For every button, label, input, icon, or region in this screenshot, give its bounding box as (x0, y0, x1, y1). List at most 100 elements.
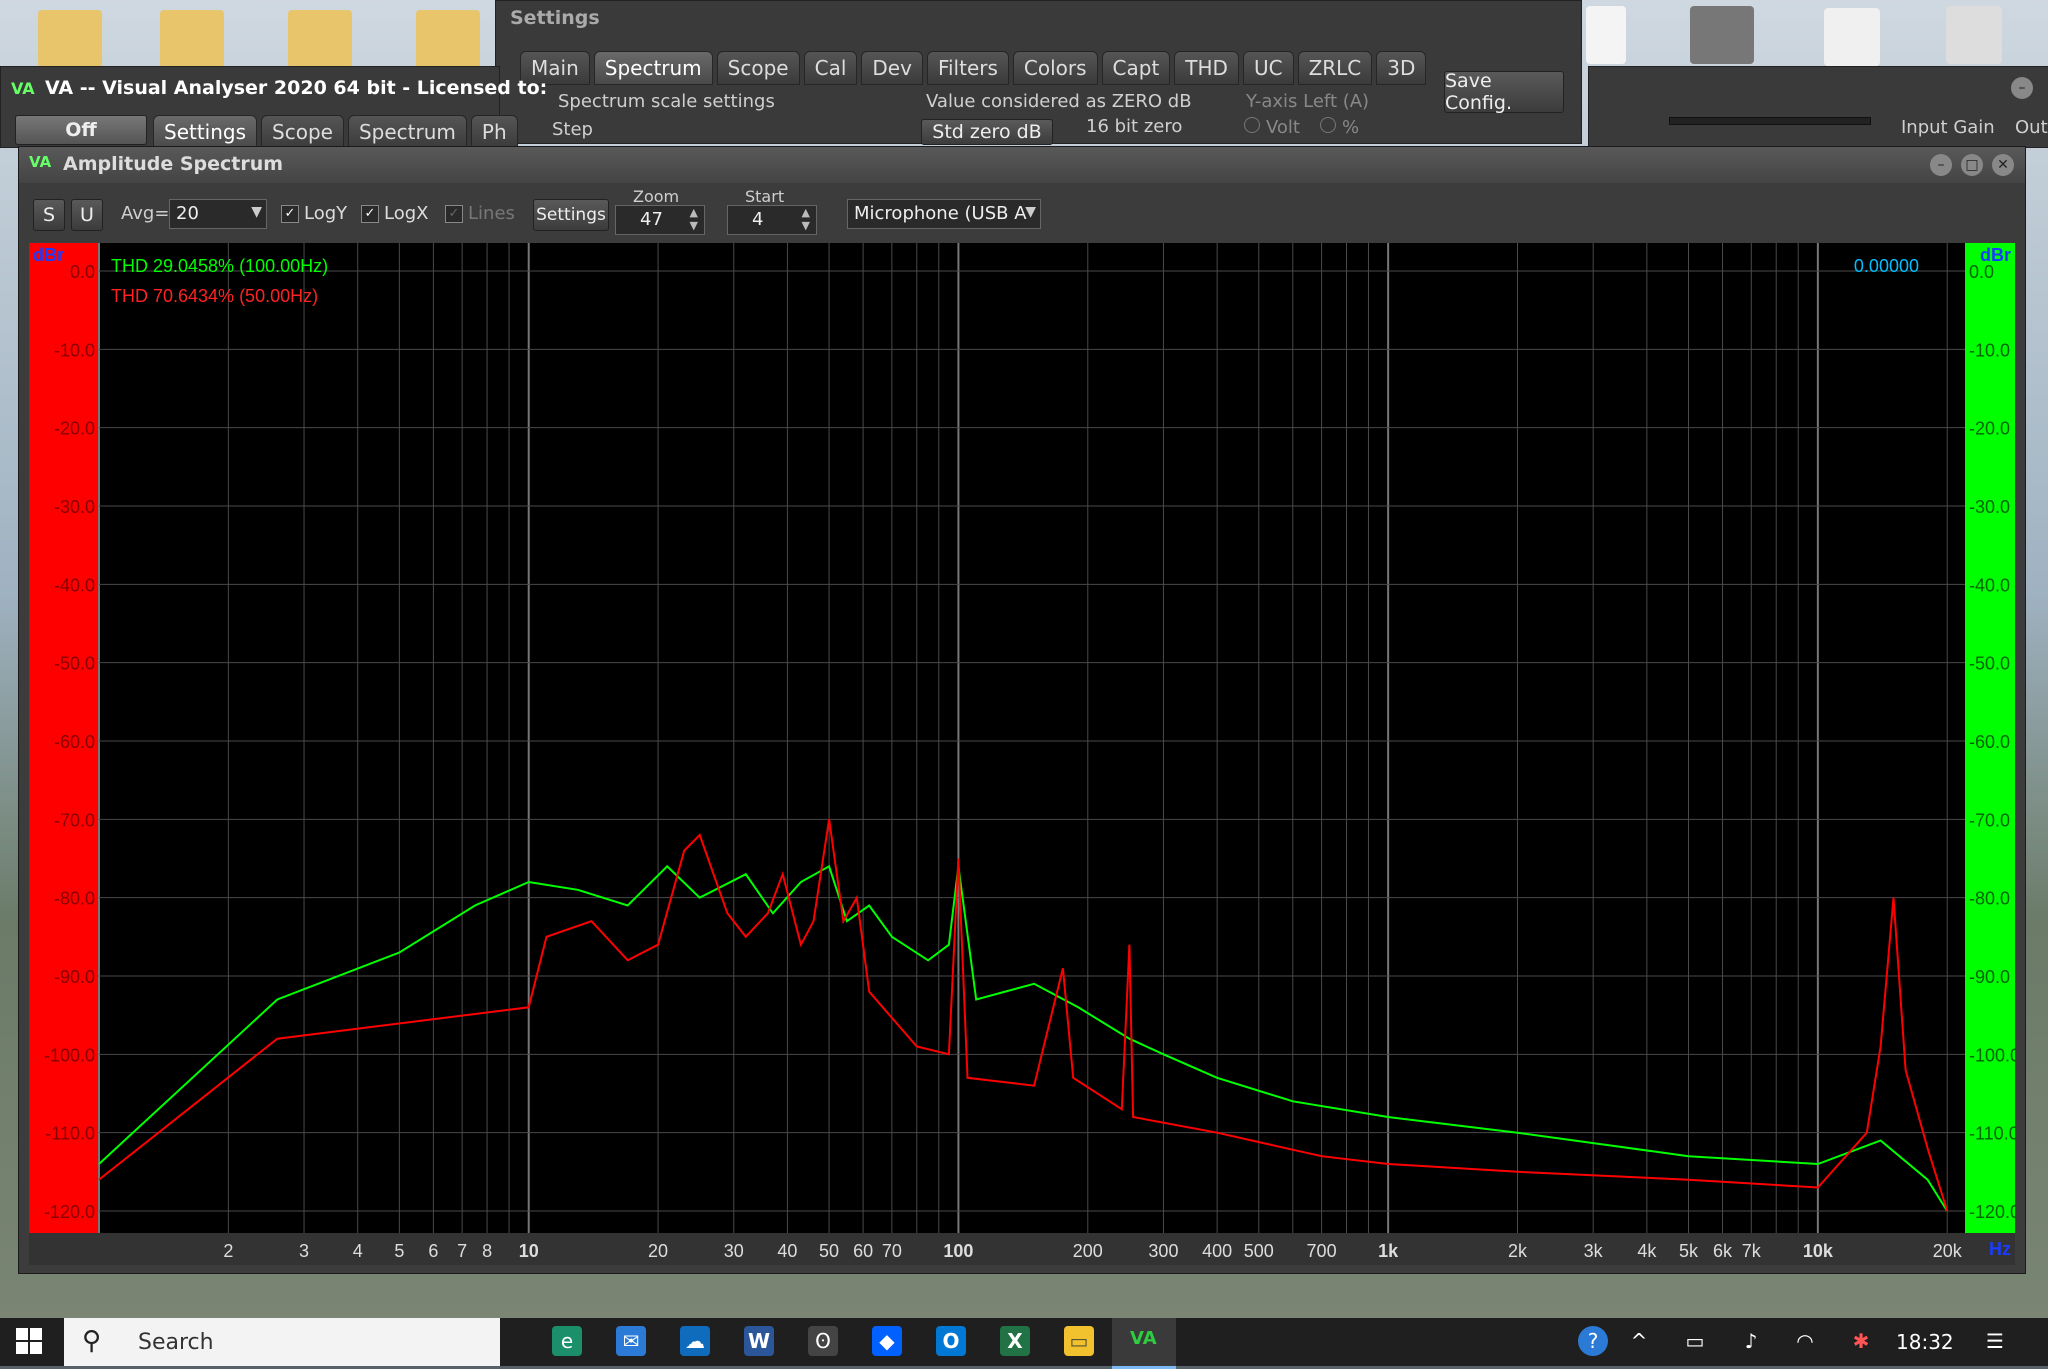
desktop-image-icon[interactable] (1690, 6, 1754, 64)
main-tab-spectrum[interactable]: Spectrum (347, 115, 467, 149)
avg-select[interactable]: 20 ▼ (169, 199, 267, 229)
percent-label: % (1342, 117, 1360, 138)
edge-icon[interactable]: e (552, 1326, 582, 1356)
outlook-icon[interactable]: O (936, 1326, 966, 1356)
va-taskbar-button[interactable]: VA (1112, 1318, 1176, 1369)
std-zero-db-button[interactable]: Std zero dB (921, 119, 1053, 145)
percent-radio[interactable]: % (1320, 117, 1359, 138)
zero-db-group-label: Value considered as ZERO dB (926, 91, 1192, 112)
start-stepper[interactable]: 4 ▲ ▼ (727, 205, 817, 235)
chevron-down-icon: ▼ (251, 204, 262, 220)
logx-checkbox[interactable]: ✓ LogX (361, 203, 428, 224)
settings-tab-spectrum[interactable]: Spectrum (593, 51, 713, 85)
word-icon[interactable]: W (744, 1326, 774, 1356)
onedrive-icon[interactable]: ☁ (680, 1326, 710, 1356)
y-tick-label-right: -100.0 (1969, 1045, 2015, 1065)
y-tick-label-right: -60.0 (1969, 732, 2010, 752)
mail-icon[interactable]: ✉ (616, 1326, 646, 1356)
x-tick-label: 30 (724, 1241, 744, 1261)
lines-checkbox[interactable]: ✓ Lines (445, 203, 515, 224)
file-explorer-icon[interactable]: ▭ (1064, 1326, 1094, 1356)
clock[interactable]: 18:32 (1896, 1330, 1954, 1354)
maximize-icon[interactable]: □ (1961, 154, 1983, 176)
desktop-file-icon[interactable] (38, 10, 102, 68)
settings-tab-3d[interactable]: 3D (1376, 51, 1427, 85)
battery-icon[interactable]: ▭ (1680, 1326, 1710, 1356)
y-tick-label-right: -50.0 (1969, 654, 2010, 674)
settings-tab-colors[interactable]: Colors (1012, 51, 1098, 85)
settings-tab-capt[interactable]: Capt (1101, 51, 1171, 85)
minimize-icon[interactable]: – (2011, 77, 2033, 99)
dropbox-icon[interactable]: ◆ (872, 1326, 902, 1356)
desktop-file-icon[interactable] (288, 10, 352, 68)
spectrum-chart[interactable]: 0.0 0.0 -10.0 -10.0 -20.0 -20.0 -30.0 -30.0 -40.… (29, 243, 2015, 1265)
y-tick-label-left: -120.0 (44, 1202, 95, 1222)
y-tick-label-right: -30.0 (1969, 497, 2010, 517)
y-tick-label-left: -30.0 (54, 497, 95, 517)
logy-label: LogY (304, 203, 348, 224)
desktop-image-icon[interactable] (1586, 6, 1626, 64)
gain-slider[interactable] (1669, 117, 1871, 125)
x-tick-label: 7k (1742, 1241, 1762, 1261)
x-tick-label: 2 (223, 1241, 233, 1261)
notification-app-icon[interactable]: ✱ (1846, 1326, 1876, 1356)
start-label: Start (745, 187, 785, 206)
device-select[interactable]: Microphone (USB A ▼ (847, 199, 1041, 229)
main-tab-scope[interactable]: Scope (261, 115, 344, 149)
x-tick-label: 4 (353, 1241, 363, 1261)
settings-tab-uc[interactable]: UC (1242, 51, 1294, 85)
x-tick-label: 400 (1202, 1241, 1232, 1261)
excel-icon[interactable]: X (1000, 1326, 1030, 1356)
windows-logo (16, 1328, 42, 1354)
sixteen-bit-zero-label[interactable]: 16 bit zero (1086, 116, 1182, 137)
settings-tab-dev[interactable]: Dev (861, 51, 923, 85)
zoom-stepper[interactable]: 47 ▲ ▼ (615, 205, 705, 235)
desktop-image-icon[interactable] (1946, 6, 2002, 64)
output-label: Out (2015, 117, 2048, 138)
settings-tab-filters[interactable]: Filters (926, 51, 1009, 85)
settings-tab-scope[interactable]: Scope (716, 51, 800, 85)
start-value: 4 (752, 209, 764, 230)
avg-value: 20 (176, 203, 199, 224)
y-tick-label-right: -120.0 (1969, 1202, 2015, 1222)
volume-icon[interactable]: ♪ (1736, 1326, 1766, 1356)
taskbar-search-box[interactable]: ⚲ Search (64, 1318, 500, 1366)
zoom-label: Zoom (633, 187, 680, 206)
right-unit-label: dBr (1980, 245, 2011, 265)
windows-start-icon[interactable] (14, 1326, 44, 1356)
yaxis-group-label: Y-axis Left (A) (1246, 91, 1370, 112)
stepper-arrows-icon[interactable]: ▲ ▼ (690, 206, 698, 232)
chevron-up-icon[interactable]: ^ (1624, 1326, 1654, 1356)
va-logo-icon: VA (11, 79, 35, 98)
x-unit-label: Hz (1989, 1239, 2011, 1259)
fox-app-icon[interactable]: ʘ (808, 1326, 838, 1356)
spectrum-settings-button[interactable]: Settings (533, 199, 609, 231)
y-tick-label-right: -90.0 (1969, 967, 2010, 987)
settings-tab-cal[interactable]: Cal (803, 51, 858, 85)
help-icon[interactable]: ? (1578, 1326, 1608, 1356)
logy-checkbox[interactable]: ✓ LogY (281, 203, 347, 224)
settings-tab-thd[interactable]: THD (1174, 51, 1239, 85)
s-button[interactable]: S (33, 199, 65, 231)
desktop-disc-icon[interactable] (1824, 8, 1880, 66)
save-config-button[interactable]: Save Config. (1444, 70, 1564, 114)
minimize-icon[interactable]: – (1930, 154, 1952, 176)
action-center-icon[interactable]: ☰ (1980, 1326, 2010, 1356)
x-tick-label: 4k (1637, 1241, 1657, 1261)
volt-radio[interactable]: Volt (1244, 117, 1300, 138)
x-tick-label: 10k (1803, 1241, 1834, 1261)
y-tick-label-right: -70.0 (1969, 810, 2010, 830)
x-tick-label: 60 (853, 1241, 873, 1261)
u-button[interactable]: U (71, 199, 103, 231)
desktop-file-icon[interactable] (160, 10, 224, 68)
close-icon[interactable]: ✕ (1992, 154, 2014, 176)
x-tick-label: 3k (1584, 1241, 1604, 1261)
x-tick-label: 100 (943, 1241, 973, 1261)
off-button[interactable]: Off (15, 115, 147, 145)
wifi-icon[interactable]: ◠ (1790, 1326, 1820, 1356)
main-tab-ph[interactable]: Ph (470, 115, 518, 149)
settings-tab-zrlc[interactable]: ZRLC (1297, 51, 1373, 85)
main-tab-settings[interactable]: Settings (153, 115, 258, 149)
stepper-arrows-icon[interactable]: ▲ ▼ (802, 206, 810, 232)
avg-label: Avg= (121, 203, 170, 224)
